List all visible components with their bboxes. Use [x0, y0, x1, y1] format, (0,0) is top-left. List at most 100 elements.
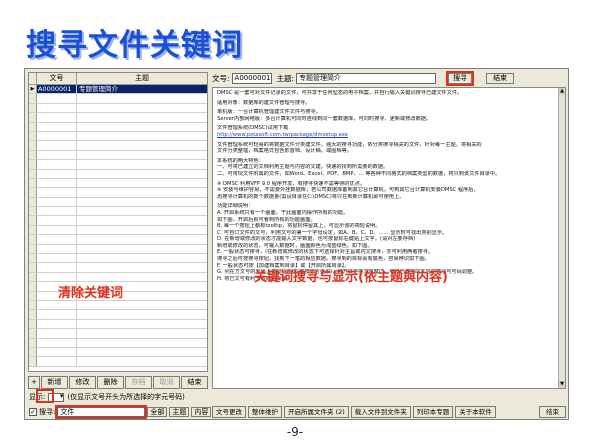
content-line: ※ 安装与维护容易，不需要外挂数据库；若公司数据库备到其它台计算机，可到其它台计…: [217, 187, 479, 194]
row-indicator: [29, 338, 37, 347]
search-row: ✓ 搜寻: 文件 全部 主题 内容: [29, 405, 212, 419]
open-folder-button[interactable]: 开启所属文件夹 (2): [284, 406, 349, 418]
grid-indicator-header: [29, 73, 37, 84]
table-row[interactable]: [29, 225, 207, 236]
table-row[interactable]: [29, 94, 207, 104]
search-next-button[interactable]: 搜寻: [446, 71, 475, 86]
table-row[interactable]: [29, 319, 207, 330]
table-row[interactable]: [29, 347, 207, 358]
load-files-button[interactable]: 载入文件到文件夹: [350, 406, 411, 418]
save-button[interactable]: 存档: [125, 376, 152, 389]
table-row[interactable]: [29, 329, 207, 339]
content-line: E. 一般状态可搜寻，(在新增或修改的状态下可选择针对主旨或内文搜寻，亦可利用两…: [217, 249, 434, 256]
row-indicator: [29, 113, 37, 122]
document-grid[interactable]: 文号 主题 ▶ A0000001 专题管理简介: [28, 72, 208, 372]
content-line: 文件分类整理，档案格式包含影音档、设计稿、或图档等。: [217, 148, 352, 155]
cell-doc-no: [37, 310, 77, 319]
table-row[interactable]: [29, 300, 207, 311]
cell-subject: [77, 160, 207, 168]
cell-doc-no: [37, 178, 77, 188]
doc-no-field[interactable]: A0000001: [231, 73, 272, 84]
table-row[interactable]: [29, 103, 207, 114]
row-indicator: [29, 272, 37, 282]
table-row[interactable]: [29, 150, 207, 161]
nav-button[interactable]: +: [28, 376, 40, 389]
edit-button[interactable]: 修改: [69, 376, 96, 389]
cell-subject: [77, 329, 207, 337]
search-input[interactable]: 文件: [55, 405, 148, 419]
table-row[interactable]: [29, 235, 207, 245]
table-row[interactable]: [29, 169, 207, 179]
table-row[interactable]: [29, 197, 207, 208]
subject-field[interactable]: 专题管理简介: [296, 73, 437, 84]
exit-bottom-button[interactable]: 结束: [539, 406, 566, 418]
table-row[interactable]: [29, 254, 207, 264]
table-row[interactable]: [29, 178, 207, 189]
cell-doc-no: [37, 225, 77, 235]
record-header: 文号: A0000001 主题: 专题管理简介 搜寻 结束: [212, 71, 566, 86]
rename-no-button[interactable]: 文号更改: [212, 406, 246, 418]
table-row[interactable]: [29, 338, 207, 348]
table-row[interactable]: [29, 113, 207, 123]
content-line: 文件管理系统可轻易的将数据文件分类建文件。强大的搜寻功能，依分类搜寻相关的文件，…: [217, 141, 482, 148]
table-row[interactable]: [29, 310, 207, 320]
table-row[interactable]: [29, 357, 207, 367]
cancel-button[interactable]: 取消: [153, 376, 180, 389]
maintenance-button[interactable]: 整体维护: [248, 406, 282, 418]
table-row[interactable]: [29, 216, 207, 226]
row-indicator: [29, 235, 37, 244]
print-topic-button[interactable]: 列印本专题: [412, 406, 454, 418]
table-row[interactable]: [29, 141, 207, 151]
content-line: B. 每一个按钮上都有tooltip，将鼠标停留其上，可显示该的简短说明。: [217, 223, 381, 230]
scroll-up-icon[interactable]: ▲: [559, 88, 565, 95]
add-button[interactable]: 新增: [41, 376, 68, 389]
search-checkbox[interactable]: ✓: [29, 408, 37, 416]
cell-doc-no: [37, 319, 77, 329]
row-indicator: [29, 329, 37, 338]
cell-subject: [77, 254, 207, 262]
row-indicator: [29, 207, 37, 216]
row-indicator: [29, 263, 37, 272]
cell-subject: [77, 179, 207, 187]
cell-doc-no: [37, 207, 77, 216]
exit-button[interactable]: 结束: [181, 376, 208, 389]
cell-doc-no: [37, 113, 77, 122]
table-row[interactable]: [29, 272, 207, 283]
search-content-button[interactable]: 内容: [191, 407, 212, 417]
cell-subject: [77, 348, 207, 356]
cell-doc-no: [37, 103, 77, 113]
cell-doc-no: [37, 347, 77, 357]
table-row[interactable]: [29, 188, 207, 198]
row-pointer-icon: ▶: [29, 85, 37, 94]
delete-button[interactable]: 删除: [97, 376, 124, 389]
content-line: C. 可自订文件的文号，利用文号的第一个字母设定，如A、B、C、D、......…: [217, 229, 448, 236]
cell-doc-no: [37, 300, 77, 310]
table-row[interactable]: [29, 122, 207, 132]
download-link[interactable]: http://www.potasoft.com.tw/package/dmset…: [217, 132, 557, 139]
content-line: 如下图，开启后就可看到所有的功能画面。: [217, 216, 316, 223]
table-row[interactable]: [29, 244, 207, 255]
row-indicator: [29, 291, 37, 300]
table-row[interactable]: [29, 207, 207, 217]
table-row[interactable]: ▶ A0000001 专题管理简介: [29, 85, 207, 95]
content-line: 一、可将已建立的文档利用主题与内容的文建，快速的找到所需要的数据。: [217, 164, 389, 171]
content-scrollbar[interactable]: ▲ ▼: [558, 88, 565, 388]
row-indicator: [29, 150, 37, 160]
cell-doc-no: [37, 272, 77, 282]
search-subject-button[interactable]: 主题: [169, 407, 190, 417]
cell-doc-no: [37, 329, 77, 338]
row-indicator: [29, 225, 37, 235]
search-all-button[interactable]: 全部: [147, 407, 168, 417]
scroll-down-icon[interactable]: ▼: [559, 381, 565, 388]
content-line: 搜寻之后可按搜寻按钮，找到下一笔的相应数据。搜寻到的目标会有底色，容易辨识如下图…: [217, 256, 430, 263]
table-row[interactable]: [29, 160, 207, 170]
grid-col-subject-header[interactable]: 主题: [77, 73, 207, 84]
grid-col-no-header[interactable]: 文号: [37, 73, 77, 84]
close-button[interactable]: 结束: [486, 73, 515, 84]
cell-subject: [77, 170, 207, 178]
row-indicator: [29, 216, 37, 225]
about-button[interactable]: 关于本软件: [455, 406, 496, 418]
document-content[interactable]: DMSC 是一套可对文件记录的文件，可共享于任何型态的电子档案，并自行输入关键词…: [212, 87, 566, 389]
table-row[interactable]: [29, 131, 207, 142]
table-row[interactable]: [29, 263, 207, 273]
